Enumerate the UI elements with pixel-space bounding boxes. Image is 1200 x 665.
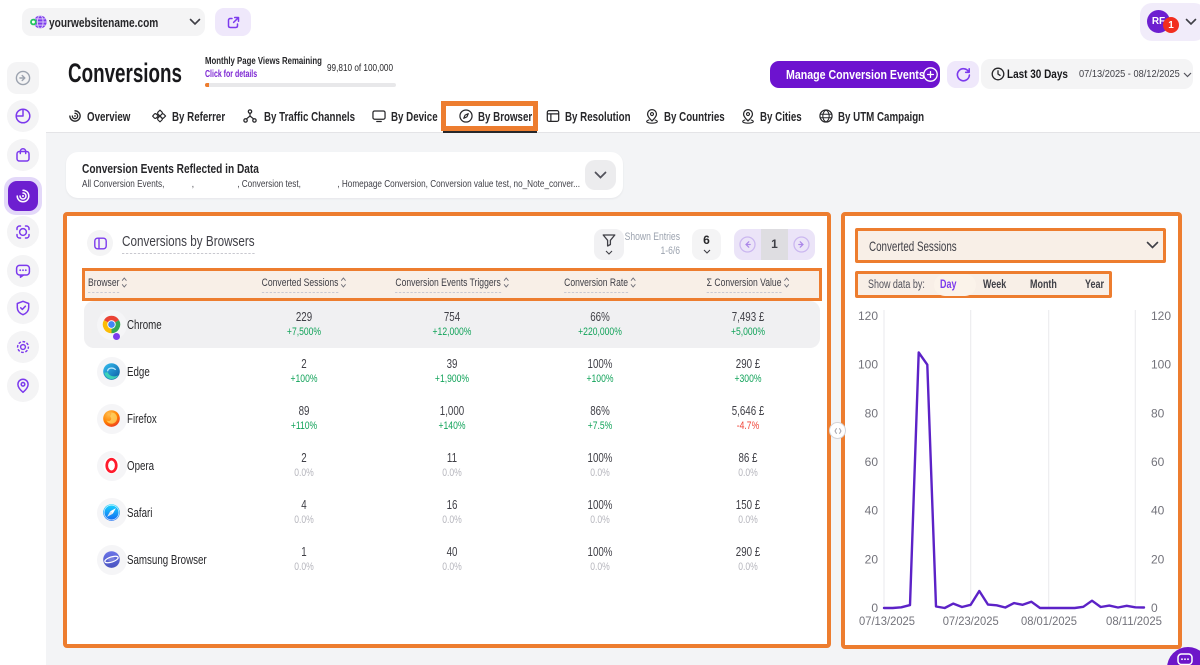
svg-text:07/13/2025: 07/13/2025: [859, 614, 915, 628]
svg-text:80: 80: [865, 406, 879, 420]
svg-text:100: 100: [1151, 358, 1171, 372]
svg-text:0: 0: [1151, 601, 1158, 615]
svg-text:80: 80: [1151, 406, 1165, 420]
svg-text:100: 100: [858, 358, 878, 372]
svg-text:120: 120: [1151, 309, 1171, 323]
svg-text:40: 40: [1151, 504, 1165, 518]
svg-text:20: 20: [1151, 552, 1165, 566]
svg-text:07/23/2025: 07/23/2025: [943, 614, 999, 628]
svg-text:60: 60: [1151, 455, 1165, 469]
svg-text:120: 120: [858, 309, 878, 323]
svg-text:60: 60: [865, 455, 879, 469]
svg-text:20: 20: [865, 552, 879, 566]
svg-text:08/01/2025: 08/01/2025: [1021, 614, 1077, 628]
svg-text:08/11/2025: 08/11/2025: [1106, 614, 1162, 628]
svg-text:0: 0: [871, 601, 878, 615]
svg-text:40: 40: [865, 504, 879, 518]
